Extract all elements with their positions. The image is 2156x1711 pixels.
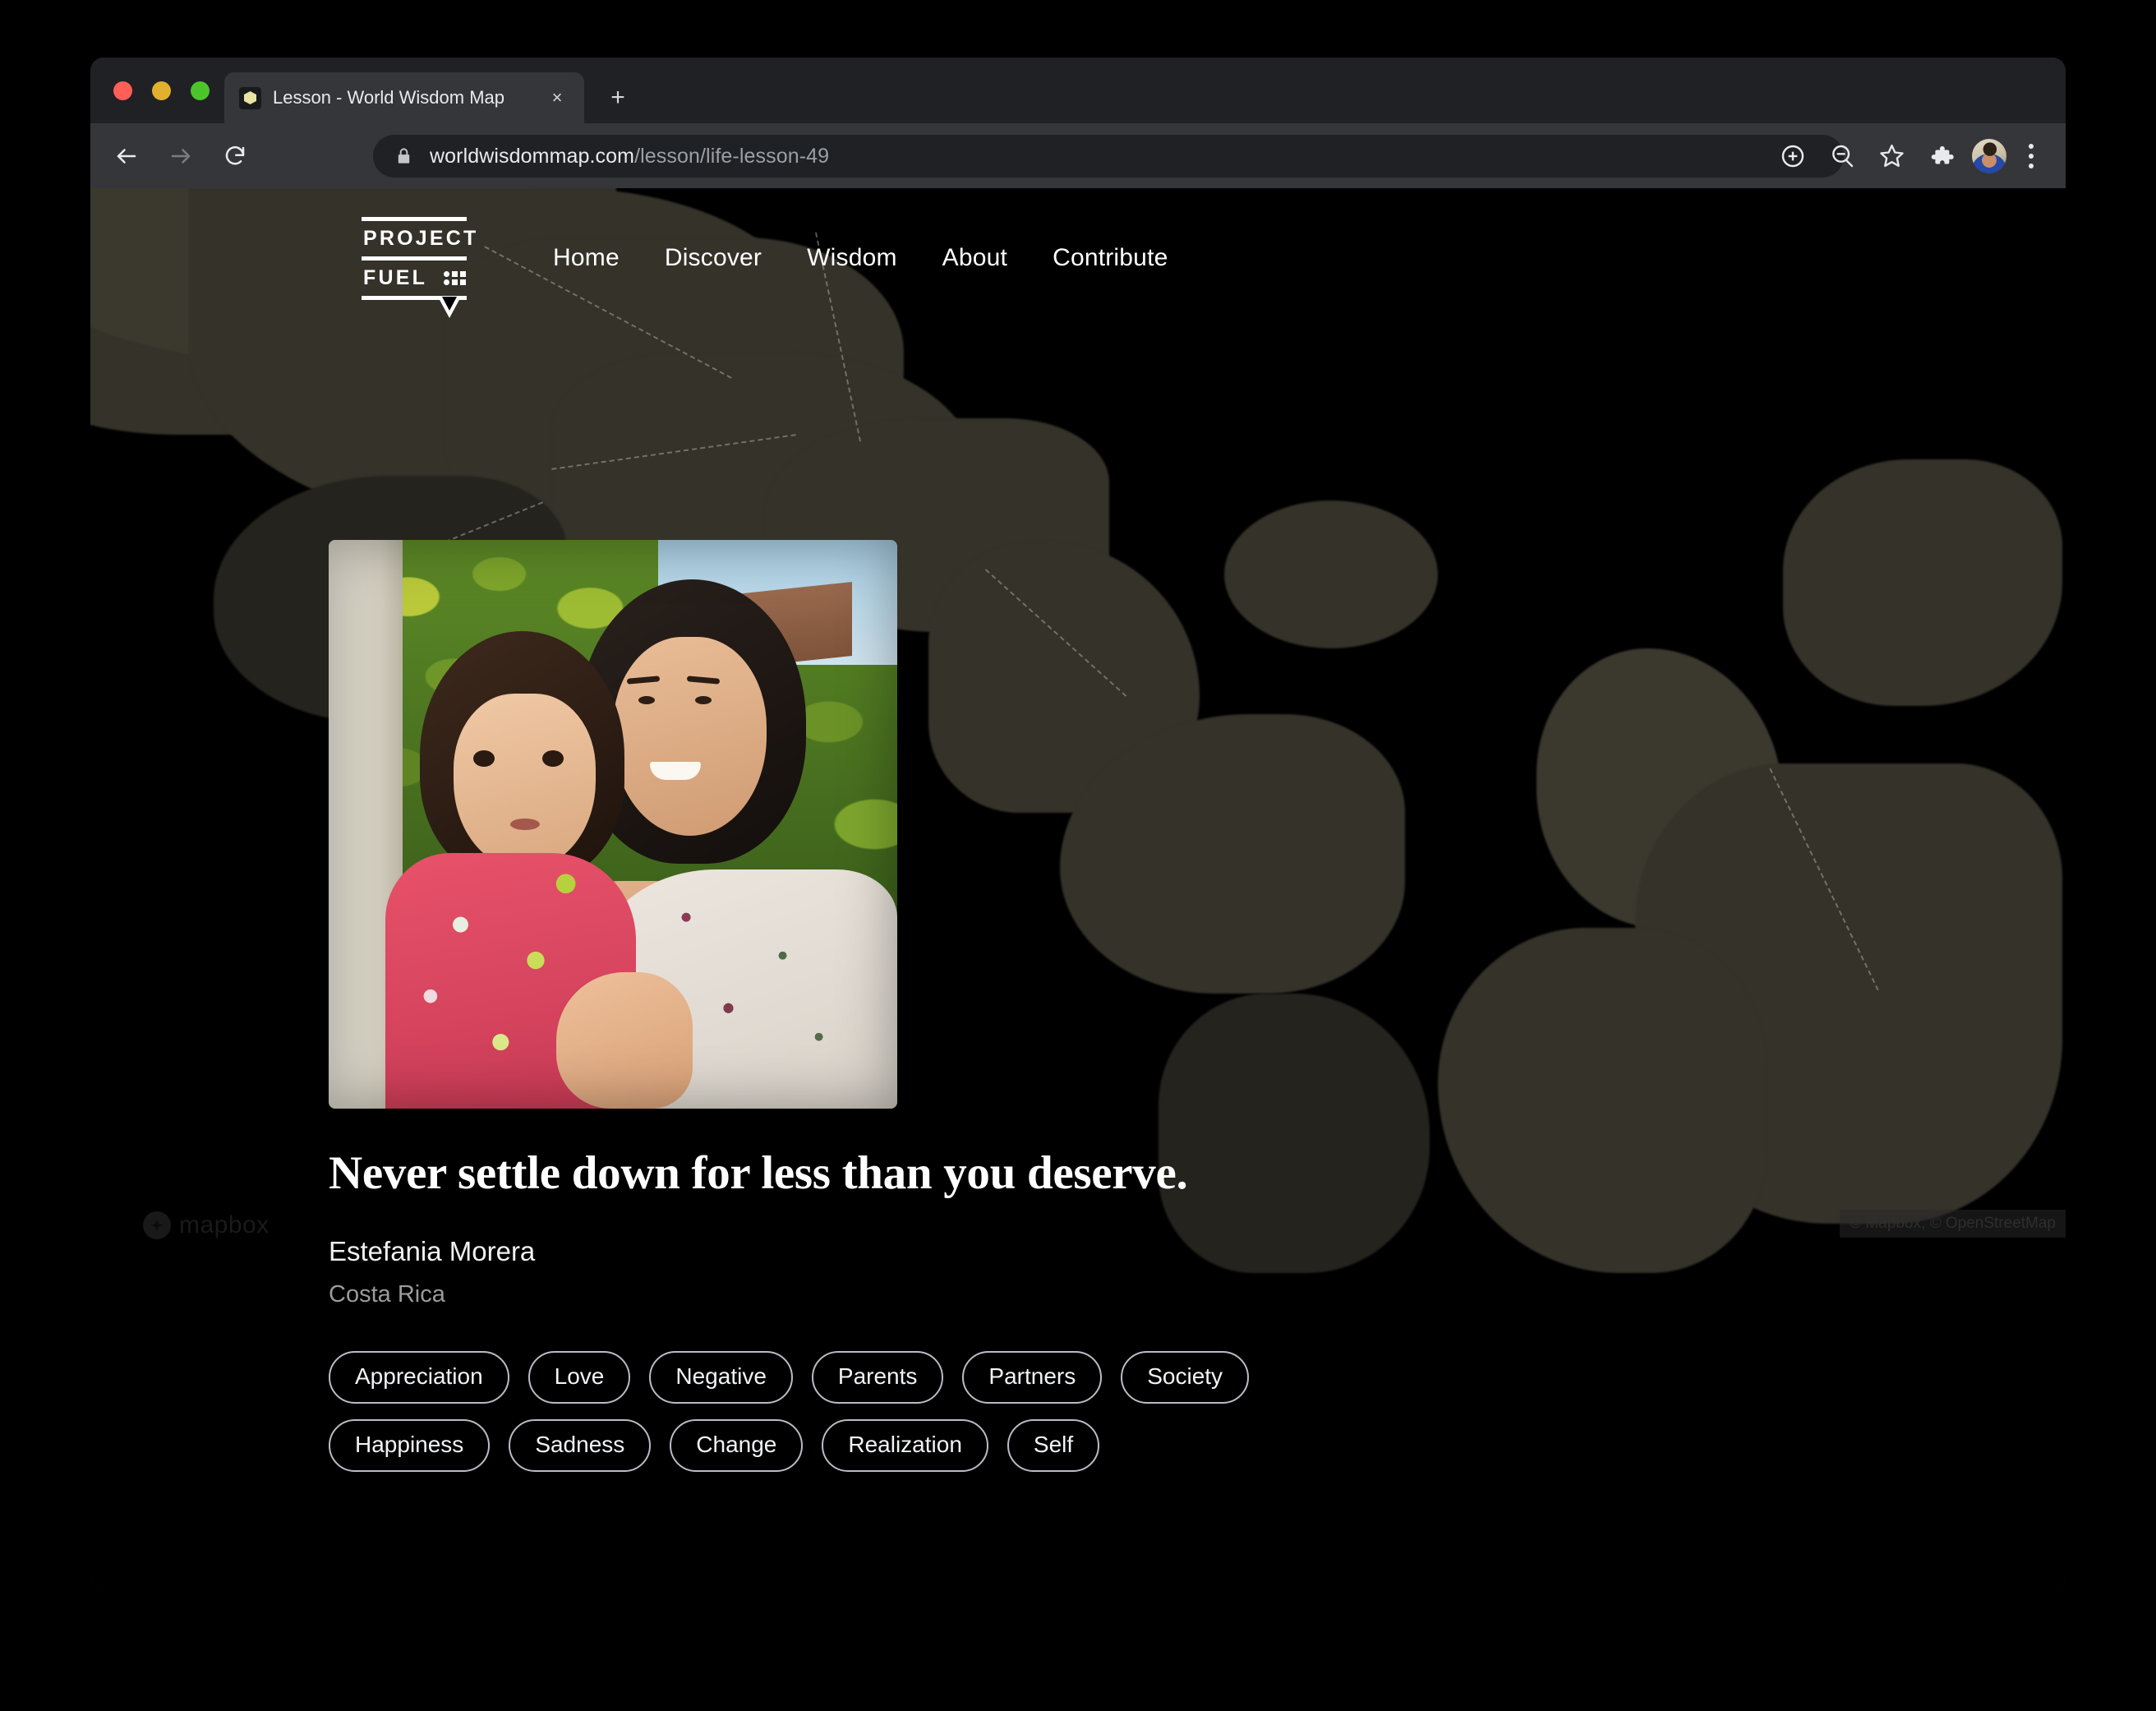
tag-pill[interactable]: Negative: [649, 1351, 793, 1404]
tag-pill[interactable]: Appreciation: [329, 1351, 509, 1404]
page-viewport: mapbox © Mapbox, © OpenStreetMap PROJECT…: [90, 188, 2066, 1588]
window-controls: [113, 81, 210, 100]
nav-item-discover[interactable]: Discover: [665, 244, 762, 272]
toolbar-actions: [1765, 123, 2066, 188]
lesson-tags: Appreciation Love Negative Parents Partn…: [329, 1351, 1413, 1472]
tag-pill[interactable]: Realization: [822, 1419, 988, 1472]
reload-icon[interactable]: [217, 138, 253, 174]
new-tab-button[interactable]: +: [604, 84, 632, 112]
browser-toolbar: worldwisdommap.com/lesson/life-lesson-49: [90, 123, 2066, 188]
url-text: worldwisdommap.com/lesson/life-lesson-49: [430, 145, 829, 168]
tag-pill[interactable]: Society: [1121, 1351, 1250, 1404]
lesson-author: Estefania Morera: [329, 1236, 536, 1266]
mapbox-logo[interactable]: mapbox: [143, 1211, 270, 1239]
tag-pill[interactable]: Partners: [962, 1351, 1103, 1404]
nav-item-contribute[interactable]: Contribute: [1053, 244, 1168, 272]
extensions-puzzle-icon[interactable]: [1919, 135, 1962, 178]
hexagon-icon: [239, 86, 261, 109]
forward-arrow-icon[interactable]: [163, 138, 199, 174]
tag-pill[interactable]: Parents: [811, 1351, 944, 1404]
back-arrow-icon[interactable]: [108, 138, 145, 174]
dot-grid-icon: [444, 270, 466, 285]
browser-window: Lesson - World Wisdom Map × + worldwisdo…: [90, 58, 2066, 1588]
maximize-window-button[interactable]: [191, 81, 210, 100]
logo-line-1: PROJECT: [363, 226, 479, 250]
site-header: PROJECT FUEL Home Discover Wisdom About …: [90, 188, 2066, 328]
lesson-content: Never settle down for less than you dese…: [329, 540, 1413, 1472]
map-attribution[interactable]: © Mapbox, © OpenStreetMap: [1840, 1210, 2066, 1238]
minimize-window-button[interactable]: [152, 81, 171, 100]
close-window-button[interactable]: [113, 81, 132, 100]
nav-item-about[interactable]: About: [942, 244, 1007, 272]
main-nav: Home Discover Wisdom About Contribute: [553, 244, 1168, 272]
logo-line-2: FUEL: [363, 265, 428, 289]
address-bar[interactable]: worldwisdommap.com/lesson/life-lesson-49: [373, 135, 1844, 178]
tab-strip: Lesson - World Wisdom Map × +: [90, 58, 2066, 123]
lesson-quote: Never settle down for less than you dese…: [329, 1147, 1188, 1199]
mapbox-wordmark: mapbox: [179, 1211, 270, 1238]
mapbox-mark-icon: [143, 1211, 171, 1239]
lesson-country: Costa Rica: [329, 1281, 445, 1307]
tab-title: Lesson - World Wisdom Map: [273, 87, 505, 108]
speech-bubble-tail-icon: [439, 296, 460, 318]
logo-line-2-row: FUEL: [362, 261, 467, 296]
browser-tab[interactable]: Lesson - World Wisdom Map ×: [224, 72, 584, 123]
photo-vignette: [329, 540, 897, 1109]
lock-icon: [394, 145, 413, 167]
nav-item-wisdom[interactable]: Wisdom: [807, 244, 897, 272]
tag-pill[interactable]: Sadness: [509, 1419, 652, 1472]
lesson-photo: [329, 540, 897, 1109]
zoom-in-icon[interactable]: [1771, 135, 1814, 178]
nav-item-home[interactable]: Home: [553, 244, 620, 272]
url-path: /lesson/life-lesson-49: [634, 144, 830, 168]
tag-pill[interactable]: Self: [1007, 1419, 1100, 1472]
profile-avatar[interactable]: [1972, 138, 2006, 173]
url-host: worldwisdommap.com: [430, 144, 635, 168]
close-icon[interactable]: ×: [545, 85, 569, 110]
search-zoom-out-icon[interactable]: [1821, 135, 1863, 178]
tag-pill[interactable]: Change: [670, 1419, 804, 1472]
more-menu-icon[interactable]: [2015, 135, 2048, 178]
project-fuel-logo[interactable]: PROJECT FUEL: [362, 216, 479, 318]
tag-pill[interactable]: Happiness: [329, 1419, 491, 1472]
bookmark-star-icon[interactable]: [1870, 135, 1913, 178]
tag-pill[interactable]: Love: [527, 1351, 631, 1404]
